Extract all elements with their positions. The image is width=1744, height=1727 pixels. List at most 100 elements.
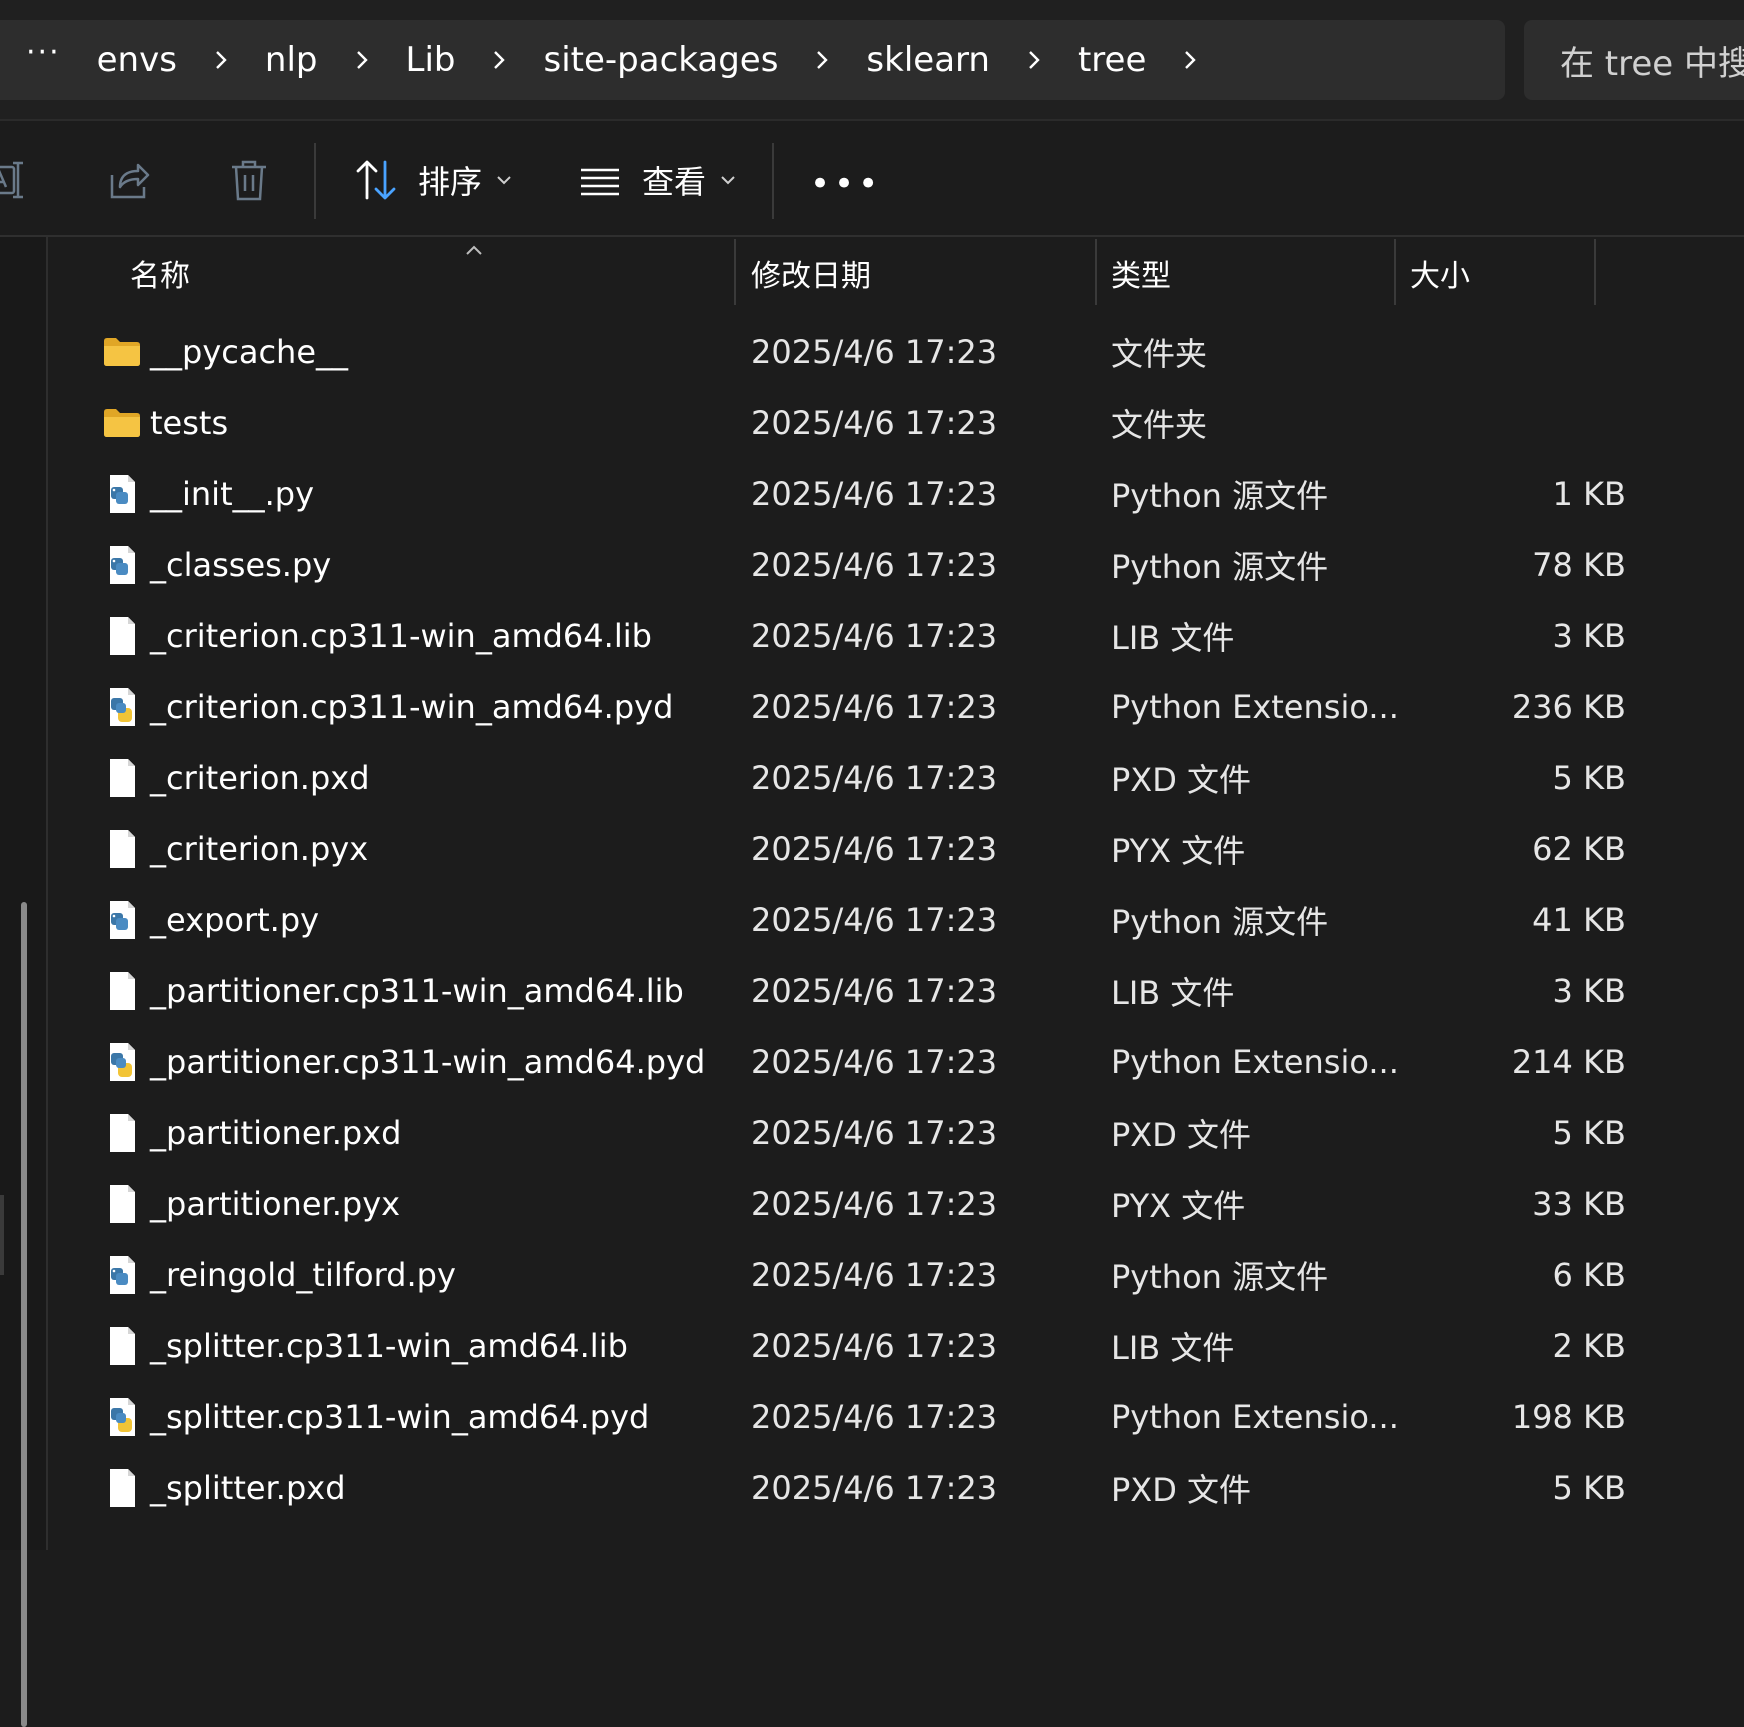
column-divider[interactable]: [1095, 239, 1097, 305]
column-name[interactable]: 名称: [130, 239, 190, 307]
file-name: _export.py: [150, 900, 320, 939]
file-type: Python Extensio...: [1111, 1042, 1399, 1081]
file-type: Python 源文件: [1111, 1257, 1329, 1296]
column-date[interactable]: 修改日期: [751, 239, 871, 307]
file-name: _classes.py: [150, 545, 332, 584]
file-size: [1370, 316, 1626, 387]
file-row[interactable]: _splitter.pxd 2025/4/6 17:23 PXD 文件 5 KB: [50, 1452, 1744, 1523]
column-type[interactable]: 类型: [1111, 239, 1171, 307]
rename-icon[interactable]: [0, 157, 32, 203]
python-file-icon: [102, 529, 142, 600]
chevron-right-icon[interactable]: [318, 49, 406, 71]
command-bar: 排序 查看 •••: [0, 121, 1744, 237]
file-name: _reingold_tilford.py: [150, 1255, 456, 1294]
file-date: 2025/4/6 17:23: [751, 1468, 998, 1507]
breadcrumb-item[interactable]: nlp: [265, 40, 406, 80]
file-row[interactable]: _partitioner.cp311-win_amd64.pyd 2025/4/6…: [50, 1026, 1744, 1097]
file-date: 2025/4/6 17:23: [751, 758, 998, 797]
file-row[interactable]: _splitter.cp311-win_amd64.pyd 2025/4/6 17…: [50, 1381, 1744, 1452]
file-type: 文件夹: [1111, 405, 1208, 444]
file-type: LIB 文件: [1111, 1328, 1235, 1367]
column-divider[interactable]: [1594, 239, 1596, 305]
file-name: __init__.py: [150, 474, 315, 513]
delete-icon[interactable]: [226, 157, 272, 203]
breadcrumb-label[interactable]: site-packages: [543, 40, 778, 80]
file-row[interactable]: _criterion.cp311-win_amd64.lib 2025/4/6 1…: [50, 600, 1744, 671]
file-type: Python Extensio...: [1111, 1397, 1399, 1436]
chevron-right-icon[interactable]: [990, 49, 1078, 71]
address-bar[interactable]: ··· envs nlp Lib site-packages sklearn tree: [0, 20, 1505, 100]
file-icon: [102, 1310, 142, 1381]
folder-icon: [102, 387, 142, 458]
breadcrumb-label[interactable]: sklearn: [866, 40, 990, 80]
file-size: 3 KB: [1552, 971, 1626, 1010]
file-row[interactable]: _criterion.pyx 2025/4/6 17:23 PYX 文件 62 KB: [50, 813, 1744, 884]
chevron-right-icon[interactable]: [778, 49, 866, 71]
column-divider[interactable]: [734, 239, 736, 305]
file-row[interactable]: _reingold_tilford.py 2025/4/6 17:23 Python…: [50, 1239, 1744, 1310]
file-date: 2025/4/6 17:23: [751, 900, 998, 939]
sort-button[interactable]: 排序: [354, 145, 512, 215]
file-row[interactable]: _export.py 2025/4/6 17:23 Python 源文件 41 KB: [50, 884, 1744, 955]
file-row[interactable]: __init__.py 2025/4/6 17:23 Python 源文件 1 KB: [50, 458, 1744, 529]
view-button[interactable]: 查看: [578, 145, 736, 215]
file-size: 3 KB: [1552, 616, 1626, 655]
column-size[interactable]: 大小: [1410, 239, 1470, 307]
file-type: Python Extensio...: [1111, 687, 1399, 726]
breadcrumb-item[interactable]: site-packages: [543, 40, 866, 80]
file-row[interactable]: __pycache__ 2025/4/6 17:23 文件夹: [50, 316, 1744, 387]
file-name: _partitioner.cp311-win_amd64.lib: [150, 971, 684, 1010]
chevron-right-icon[interactable]: [1146, 49, 1234, 71]
search-input[interactable]: 在 tree 中搜索: [1560, 36, 1744, 85]
file-size: 5 KB: [1552, 1468, 1626, 1507]
breadcrumb-item[interactable]: tree: [1078, 40, 1234, 80]
breadcrumb-item[interactable]: Lib: [406, 40, 544, 80]
file-size: 1 KB: [1552, 474, 1626, 513]
file-name: _splitter.pxd: [150, 1468, 346, 1507]
file-type: PXD 文件: [1111, 1470, 1252, 1509]
file-date: 2025/4/6 17:23: [751, 829, 998, 868]
file-icon: [102, 1168, 142, 1239]
breadcrumb-item[interactable]: envs: [97, 40, 265, 80]
file-row[interactable]: _partitioner.pxd 2025/4/6 17:23 PXD 文件 5 KB: [50, 1097, 1744, 1168]
sort-icon: [356, 160, 396, 200]
share-icon[interactable]: [106, 157, 152, 203]
breadcrumb-label[interactable]: nlp: [265, 40, 318, 80]
file-date: 2025/4/6 17:23: [751, 403, 998, 442]
file-row[interactable]: _criterion.pxd 2025/4/6 17:23 PXD 文件 5 KB: [50, 742, 1744, 813]
folder-icon: [102, 316, 142, 387]
breadcrumb-label[interactable]: tree: [1078, 40, 1146, 80]
file-name: _partitioner.cp311-win_amd64.pyd: [150, 1042, 706, 1081]
file-date: 2025/4/6 17:23: [751, 1397, 998, 1436]
file-row[interactable]: _splitter.cp311-win_amd64.lib 2025/4/6 17…: [50, 1310, 1744, 1381]
file-size: 5 KB: [1552, 758, 1626, 797]
nav-scrollbar[interactable]: [21, 902, 27, 1727]
chevron-right-icon[interactable]: [455, 49, 543, 71]
chevron-right-icon[interactable]: [177, 49, 265, 71]
file-name: __pycache__: [150, 332, 349, 371]
file-name: _criterion.cp311-win_amd64.lib: [150, 616, 652, 655]
file-type: 文件夹: [1111, 334, 1208, 373]
search-box[interactable]: 在 tree 中搜索: [1524, 20, 1744, 100]
file-row[interactable]: _partitioner.cp311-win_amd64.lib 2025/4/6…: [50, 955, 1744, 1026]
file-icon: [102, 742, 142, 813]
breadcrumb-item[interactable]: sklearn: [866, 40, 1078, 80]
title-bar: ··· envs nlp Lib site-packages sklearn tree 在…: [0, 0, 1744, 121]
file-row[interactable]: _classes.py 2025/4/6 17:23 Python 源文件 78 KB: [50, 529, 1744, 600]
breadcrumb-label[interactable]: envs: [97, 40, 177, 80]
file-row[interactable]: tests 2025/4/6 17:23 文件夹: [50, 387, 1744, 458]
file-name: tests: [150, 403, 229, 442]
file-row[interactable]: _partitioner.pyx 2025/4/6 17:23 PYX 文件 33 K…: [50, 1168, 1744, 1239]
chevron-down-icon: [497, 176, 511, 185]
file-name: _partitioner.pxd: [150, 1113, 402, 1152]
file-size: 214 KB: [1511, 1042, 1626, 1081]
file-type: LIB 文件: [1111, 973, 1235, 1012]
breadcrumb-overflow-button[interactable]: ···: [26, 38, 61, 82]
file-row[interactable]: _criterion.cp311-win_amd64.pyd 2025/4/6 1…: [50, 671, 1744, 742]
python-file-icon: [102, 884, 142, 955]
breadcrumb-label[interactable]: Lib: [406, 40, 456, 80]
more-options-button[interactable]: •••: [810, 167, 882, 201]
file-date: 2025/4/6 17:23: [751, 687, 998, 726]
column-divider[interactable]: [1394, 239, 1396, 305]
file-size: 62 KB: [1532, 829, 1626, 868]
